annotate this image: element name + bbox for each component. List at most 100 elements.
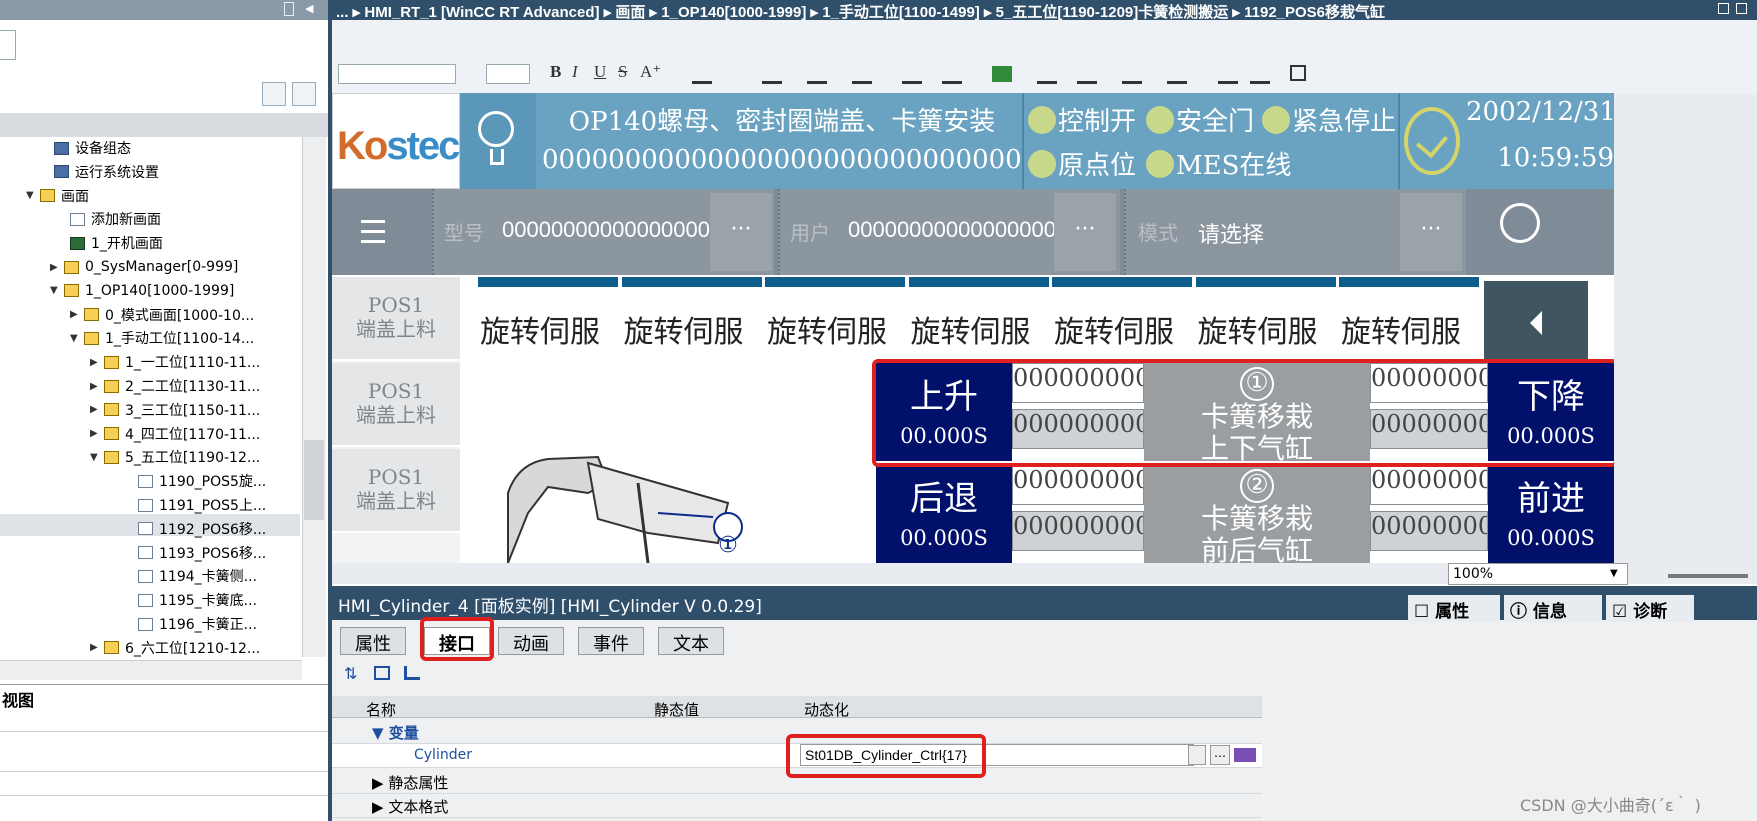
tab-properties[interactable]: 属性: [340, 627, 406, 655]
servo-tab[interactable]: 旋转伺服: [1054, 307, 1174, 351]
strikethrough-button[interactable]: S: [618, 62, 627, 84]
tree-vscroll-thumb[interactable]: [304, 440, 324, 520]
add-device-icon[interactable]: [292, 82, 316, 106]
retract-button[interactable]: 后退 00.000S: [876, 465, 1012, 563]
tree-item[interactable]: ▶ 1_一工位[1110-11...: [90, 351, 260, 373]
line-style-icon[interactable]: [902, 62, 922, 84]
tree-item[interactable]: ▶ 4_四工位[1170-11...: [90, 423, 260, 445]
servo-tab[interactable]: 旋转伺服: [911, 307, 1031, 351]
zoom-dropdown-icon[interactable]: ▼: [1610, 568, 1624, 582]
servo-tab[interactable]: 旋转伺服: [480, 307, 600, 351]
tree-item[interactable]: 1193_POS6移...: [124, 542, 266, 564]
tree-item[interactable]: ▼ 5_五工位[1190-12...: [90, 446, 260, 468]
format-painter-icon[interactable]: [1218, 62, 1238, 84]
distribute-icon[interactable]: [1122, 62, 1142, 84]
browse-button[interactable]: …: [1210, 745, 1230, 765]
tree-item[interactable]: ▶ 2_二工位[1130-11...: [90, 375, 260, 397]
servo-tab[interactable]: 旋转伺服: [1198, 307, 1318, 351]
tag-type-icon[interactable]: [1234, 748, 1256, 762]
minimize-icon[interactable]: [1718, 3, 1729, 14]
expand-arrow-icon[interactable]: ▶: [90, 428, 100, 439]
restore-icon[interactable]: [1736, 3, 1747, 14]
expand-arrow-icon[interactable]: ▶: [90, 357, 100, 368]
cylinder-var[interactable]: Cylinder: [414, 747, 472, 763]
tree-item[interactable]: 1194_卡簧侧...: [124, 565, 257, 587]
tree-item[interactable]: ▼ 画面: [26, 185, 89, 207]
tab-diagnostics-view[interactable]: ☑ 诊断: [1606, 595, 1694, 623]
tree-item[interactable]: 1191_POS5上...: [124, 494, 266, 516]
tree-item[interactable]: 1_开机画面: [56, 232, 163, 254]
tree-item[interactable]: ▼ 1_手动工位[1100-14...: [70, 327, 254, 349]
bold-button[interactable]: B: [550, 62, 561, 84]
fill-color-icon[interactable]: [807, 62, 827, 84]
user-more-button[interactable]: ···: [1054, 193, 1116, 271]
align-objects-icon[interactable]: [1077, 62, 1097, 84]
devices-tab[interactable]: [0, 30, 16, 60]
vars-group[interactable]: ▼ 变量: [372, 722, 419, 743]
tree-item[interactable]: 运行系统设置: [40, 161, 159, 183]
expand-arrow-icon[interactable]: ▶: [90, 642, 100, 653]
expand-icon[interactable]: [404, 666, 420, 680]
expand-arrow-icon[interactable]: ▶: [50, 262, 60, 273]
expand-arrow-icon[interactable]: ▶: [90, 381, 100, 392]
font-select[interactable]: [338, 64, 456, 84]
tab-animation[interactable]: 动画: [498, 627, 564, 655]
align-icon[interactable]: [692, 62, 712, 84]
font-grow-button[interactable]: A⁺: [640, 62, 661, 84]
font-size-select[interactable]: [486, 64, 530, 84]
zoom-select[interactable]: 100%: [1448, 563, 1628, 585]
underline-button[interactable]: U: [594, 62, 606, 84]
bring-front-icon[interactable]: [992, 66, 1012, 82]
tree-item[interactable]: ▶ 6_六工位[1210-12...: [90, 637, 260, 659]
expand-arrow-icon[interactable]: ▼: [50, 285, 60, 296]
tree-item[interactable]: ▶ 0_SysManager[0-999]: [50, 256, 238, 278]
advance-button[interactable]: 前进 00.000S: [1488, 465, 1614, 563]
tab-texts[interactable]: 文本: [658, 627, 724, 655]
tree-item[interactable]: 添加新画面: [56, 208, 161, 230]
tab-events[interactable]: 事件: [578, 627, 644, 655]
model-more-button[interactable]: ···: [710, 193, 772, 271]
tree-item[interactable]: ▼ 1_OP140[1000-1999]: [50, 280, 234, 302]
sort-icon[interactable]: ⇅: [344, 664, 357, 683]
overview-icon[interactable]: [262, 82, 286, 106]
italic-button[interactable]: I: [572, 62, 578, 84]
tree-vscrollbar[interactable]: [302, 137, 326, 657]
power-circle-icon[interactable]: [1500, 203, 1540, 243]
zoom-slider[interactable]: [1668, 574, 1748, 578]
expand-arrow-icon[interactable]: ▼: [26, 190, 36, 201]
views-header[interactable]: 视图: [0, 684, 328, 710]
collapse-icon[interactable]: [374, 666, 390, 680]
tree-item[interactable]: ▶ 0_模式画面[1000-10...: [70, 304, 254, 326]
tree-item[interactable]: 1190_POS5旋...: [124, 470, 266, 492]
servo-tab[interactable]: 旋转伺服: [1341, 307, 1461, 351]
tab-info-view[interactable]: ⓘ 信息: [1504, 595, 1602, 623]
line-width-icon[interactable]: [942, 62, 962, 84]
station-tab[interactable]: POS1 端盖上料: [332, 363, 460, 447]
expand-arrow-icon[interactable]: ▶: [90, 404, 100, 415]
tree-item[interactable]: ▶ 3_三工位[1150-11...: [90, 399, 260, 421]
menu-icon[interactable]: [348, 213, 398, 253]
pin-icon[interactable]: [284, 2, 294, 16]
tree-item[interactable]: 1192_POS6移...: [124, 518, 266, 540]
collapse-arrow-button[interactable]: [1484, 281, 1588, 363]
tab-order-icon[interactable]: [1250, 62, 1270, 84]
tab-properties-view[interactable]: ☐ 属性: [1408, 595, 1500, 623]
mode-more-button[interactable]: ···: [1400, 193, 1462, 271]
tree-hscrollbar[interactable]: [0, 660, 302, 680]
rotate-icon[interactable]: [1037, 62, 1057, 84]
static-props-group[interactable]: ▶ 静态属性: [372, 772, 448, 793]
font-color-icon[interactable]: [762, 62, 782, 84]
expand-arrow-icon[interactable]: ▶: [70, 309, 80, 320]
text-format-group[interactable]: ▶ 文本格式: [372, 796, 448, 817]
zoom-area-icon[interactable]: [1290, 65, 1306, 81]
station-tab[interactable]: POS1 端盖上料: [332, 449, 460, 533]
station-tab[interactable]: POS1 端盖上料: [332, 277, 460, 361]
expand-arrow-icon[interactable]: ▼: [90, 452, 100, 463]
tree-item[interactable]: 1196_卡簧正...: [124, 613, 257, 635]
back-arrow-icon[interactable]: ◀: [305, 2, 313, 15]
expand-arrow-icon[interactable]: ▼: [70, 333, 80, 344]
servo-tab[interactable]: 旋转伺服: [624, 307, 744, 351]
line-color-icon[interactable]: [852, 62, 872, 84]
tree-item[interactable]: 1195_卡簧底...: [124, 589, 257, 611]
same-size-icon[interactable]: [1167, 62, 1187, 84]
